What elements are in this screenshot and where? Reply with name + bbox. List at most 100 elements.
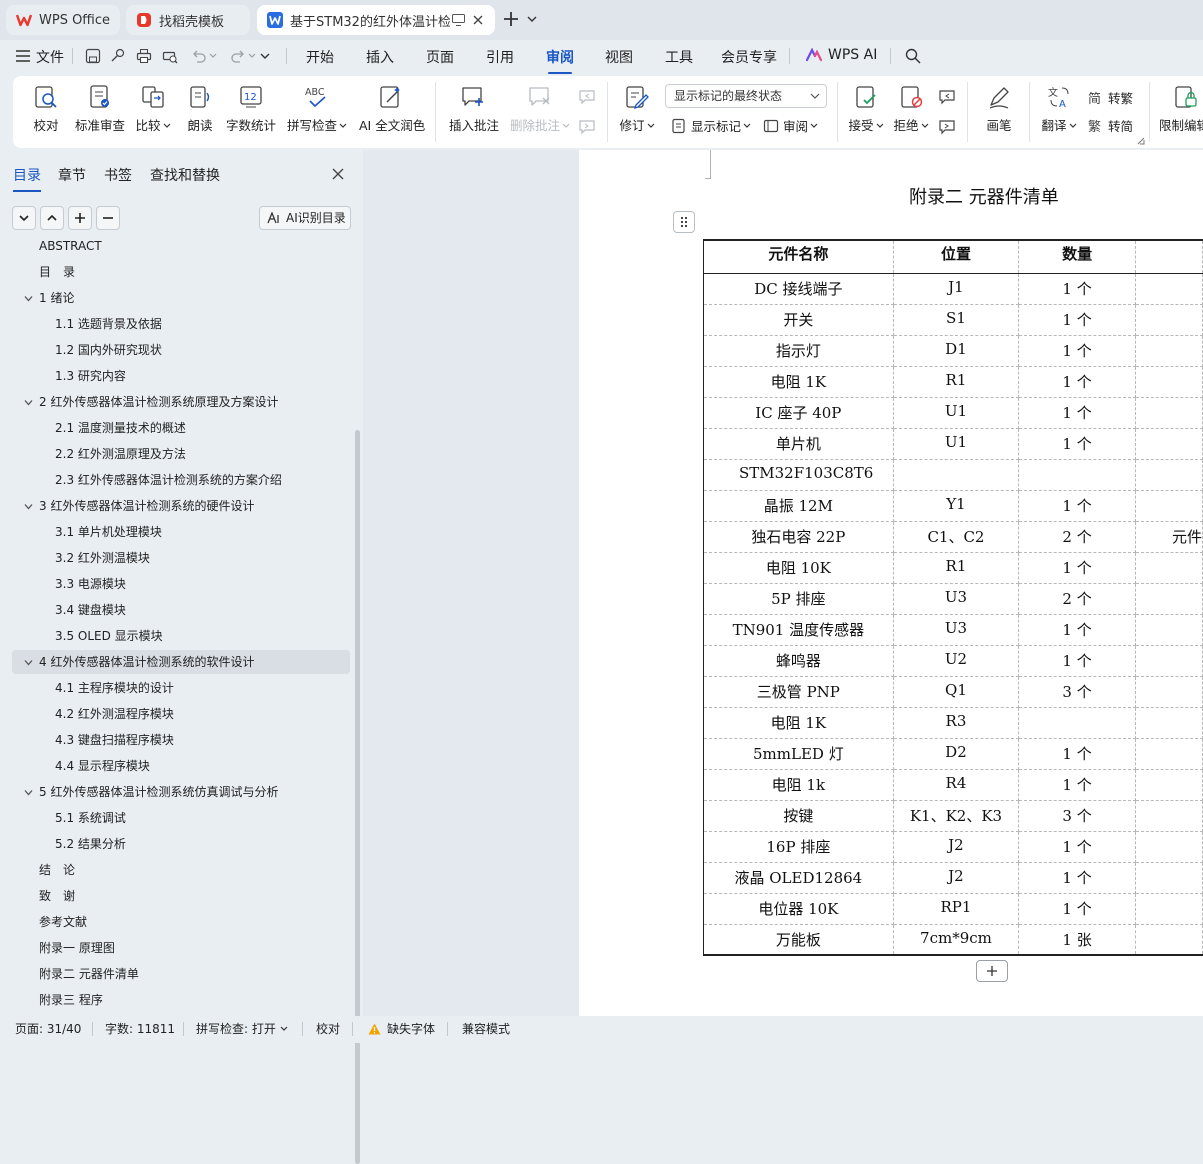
word-count-indicator[interactable]: 字数: 11811	[105, 1020, 175, 1037]
toc-item[interactable]: 1.3 研究内容	[12, 364, 350, 388]
read-aloud-button[interactable]: 朗读	[185, 84, 215, 134]
table-cell[interactable]	[1134, 644, 1203, 677]
table-cell[interactable]: U1	[892, 427, 1020, 460]
table-cell[interactable]	[1134, 861, 1203, 894]
menu-references[interactable]: 引用	[486, 47, 514, 67]
table-cell[interactable]	[1134, 303, 1203, 336]
table-cell[interactable]: 3 个	[1018, 799, 1136, 832]
table-row[interactable]: 万能板 7cm*9cm 1 张	[703, 923, 1203, 956]
table-row[interactable]: TN901 温度传感器 U3 1 个	[703, 613, 1203, 646]
proofread-button[interactable]: 校对	[31, 84, 61, 134]
menu-file[interactable]: 文件	[36, 47, 64, 67]
table-cell[interactable]: 5P 排座	[703, 582, 894, 615]
toc-item[interactable]: 5.1 系统调试	[12, 806, 350, 830]
table-cell[interactable]	[1134, 768, 1203, 801]
table-cell[interactable]	[1134, 458, 1203, 491]
spell-check-status[interactable]: 拼写检查: 打开	[196, 1020, 288, 1037]
table-row[interactable]: 5mmLED 灯 D2 1 个	[703, 737, 1203, 770]
table-cell[interactable]: 1 个	[1018, 334, 1136, 367]
table-row[interactable]: DC 接线端子 J1 1 个	[703, 272, 1203, 305]
table-cell[interactable]: 1 个	[1018, 427, 1136, 460]
page-indicator[interactable]: 页面: 31/40	[15, 1020, 81, 1037]
ai-toc-button[interactable]: AI识别目录	[259, 206, 351, 230]
table-cell[interactable]	[1134, 830, 1203, 863]
menu-insert[interactable]: 插入	[366, 47, 394, 67]
table-row[interactable]: 5P 排座 U3 2 个	[703, 582, 1203, 615]
table-cell[interactable]: 电阻 1k	[703, 768, 894, 801]
close-icon[interactable]	[331, 167, 345, 181]
toc-item[interactable]: 附录三 程序	[12, 988, 350, 1012]
table-row[interactable]: 按键 K1、K2、K3 3 个	[703, 799, 1203, 832]
toc-item[interactable]: 3.5 OLED 显示模块	[12, 624, 350, 648]
next-comment-icon[interactable]	[578, 118, 596, 136]
tab-bookmarks[interactable]: 书签	[104, 165, 132, 185]
toc-item[interactable]: 3.3 电源模块	[12, 572, 350, 596]
menu-tools[interactable]: 工具	[665, 47, 693, 67]
more-chevron-icon[interactable]	[259, 50, 271, 62]
toc-scrollbar[interactable]	[355, 430, 360, 1164]
table-cell[interactable]: R3	[892, 706, 1020, 739]
table-cell[interactable]	[1134, 737, 1203, 770]
table-row[interactable]: 指示灯 D1 1 个	[703, 334, 1203, 367]
table-cell[interactable]: RP1	[892, 892, 1020, 925]
expand-all-button[interactable]	[12, 206, 36, 230]
table-row[interactable]: 三极管 PNP Q1 3 个	[703, 675, 1203, 708]
insert-comment-button[interactable]: 插入批注	[449, 84, 499, 134]
table-cell[interactable]: 1 个	[1018, 489, 1136, 522]
new-tab-icon[interactable]	[502, 10, 520, 28]
table-cell[interactable]: 电位器 10K	[703, 892, 894, 925]
collapse-all-button[interactable]	[40, 206, 64, 230]
table-cell[interactable]: 2 个	[1018, 520, 1136, 553]
table-cell[interactable]: 蜂鸣器	[703, 644, 894, 677]
table-row[interactable]: 电阻 1K R1 1 个	[703, 365, 1203, 398]
redo-icon[interactable]	[230, 48, 246, 64]
table-cell[interactable]: 三极管 PNP	[703, 675, 894, 708]
table-cell[interactable]: 电阻 10K	[703, 551, 894, 584]
previous-change-icon[interactable]	[938, 88, 956, 106]
toc-item[interactable]: 2.1 温度测量技术的概述	[12, 416, 350, 440]
table-cell[interactable]: R4	[892, 768, 1020, 801]
table-cell[interactable]: 1 个	[1018, 861, 1136, 894]
table-row[interactable]: 开关 S1 1 个	[703, 303, 1203, 336]
collapse-arrow-icon[interactable]	[24, 294, 33, 303]
menu-wps-ai[interactable]: WPS AI	[806, 47, 877, 63]
dialog-launcher-icon[interactable]	[1137, 137, 1145, 145]
table-cell[interactable]: TN901 温度传感器	[703, 613, 894, 646]
table-cell[interactable]: 电阻 1K	[703, 706, 894, 739]
toc-item[interactable]: 2 红外传感器体温计检测系统原理及方案设计	[12, 390, 350, 414]
spell-check-button[interactable]: ABC 拼写检查	[287, 84, 347, 134]
table-cell[interactable]: 按键	[703, 799, 894, 832]
table-cell[interactable]: 指示灯	[703, 334, 894, 367]
add-heading-button[interactable]	[68, 206, 92, 230]
chevron-down-icon[interactable]	[209, 52, 217, 60]
table-cell[interactable]: U3	[892, 613, 1020, 646]
toc-item[interactable]: 附录一 原理图	[12, 936, 350, 960]
table-row[interactable]: 晶振 12M Y1 1 个	[703, 489, 1203, 522]
table-cell[interactable]: 晶振 12M	[703, 489, 894, 522]
word-count-button[interactable]: 12 字数统计	[226, 84, 276, 134]
menu-review[interactable]: 审阅	[546, 47, 574, 74]
toc-item[interactable]: 结 论	[12, 858, 350, 882]
table-cell[interactable]: 2 个	[1018, 582, 1136, 615]
table-cell[interactable]: Q1	[892, 675, 1020, 708]
search-icon[interactable]	[905, 48, 921, 64]
table-row[interactable]: 电阻 10K R1 1 个	[703, 551, 1203, 584]
toc-item[interactable]: 5 红外传感器体温计检测系统仿真调试与分析	[12, 780, 350, 804]
tab-wps-office[interactable]: WPS Office	[6, 5, 120, 35]
table-cell[interactable]: DC 接线端子	[703, 272, 894, 305]
table-cell[interactable]: S1	[892, 303, 1020, 336]
table-cell[interactable]: 万能板	[703, 923, 894, 956]
collapse-arrow-icon[interactable]	[24, 502, 33, 511]
collapse-arrow-icon[interactable]	[24, 398, 33, 407]
table-cell[interactable]: 1 个	[1018, 303, 1136, 336]
table-cell[interactable]: J1	[892, 272, 1020, 305]
table-row[interactable]: 电位器 10K RP1 1 个	[703, 892, 1203, 925]
table-cell[interactable]: IC 座子 40P	[703, 396, 894, 429]
table-cell[interactable]: U1	[892, 396, 1020, 429]
table-cell[interactable]	[1134, 427, 1203, 460]
proofread-status[interactable]: 校对	[316, 1020, 340, 1037]
tab-docer-templates[interactable]: 找稻壳模板	[126, 5, 250, 35]
table-cell[interactable]	[1134, 892, 1203, 925]
tab-document[interactable]: 基于STM32的红外体温计检测	[257, 5, 495, 35]
print-icon[interactable]	[136, 48, 152, 64]
